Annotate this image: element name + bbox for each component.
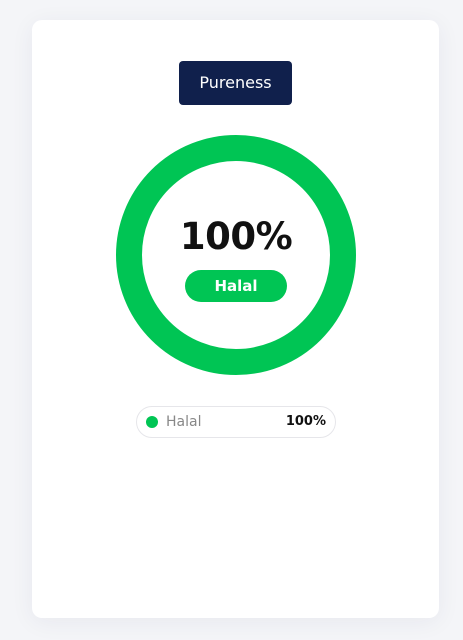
legend-item-halal: Halal 100% (136, 406, 336, 438)
donut-center-badge: Halal (185, 270, 287, 302)
pureness-card: Pureness 100% Halal Halal 100% (32, 20, 439, 618)
pureness-title-button[interactable]: Pureness (179, 61, 292, 105)
legend-value: 100% (285, 414, 326, 429)
legend-label: Halal (166, 414, 202, 430)
donut-chart: 100% Halal (116, 135, 356, 375)
legend-color-dot (146, 416, 158, 428)
donut-center-percent: 100% (179, 215, 293, 258)
